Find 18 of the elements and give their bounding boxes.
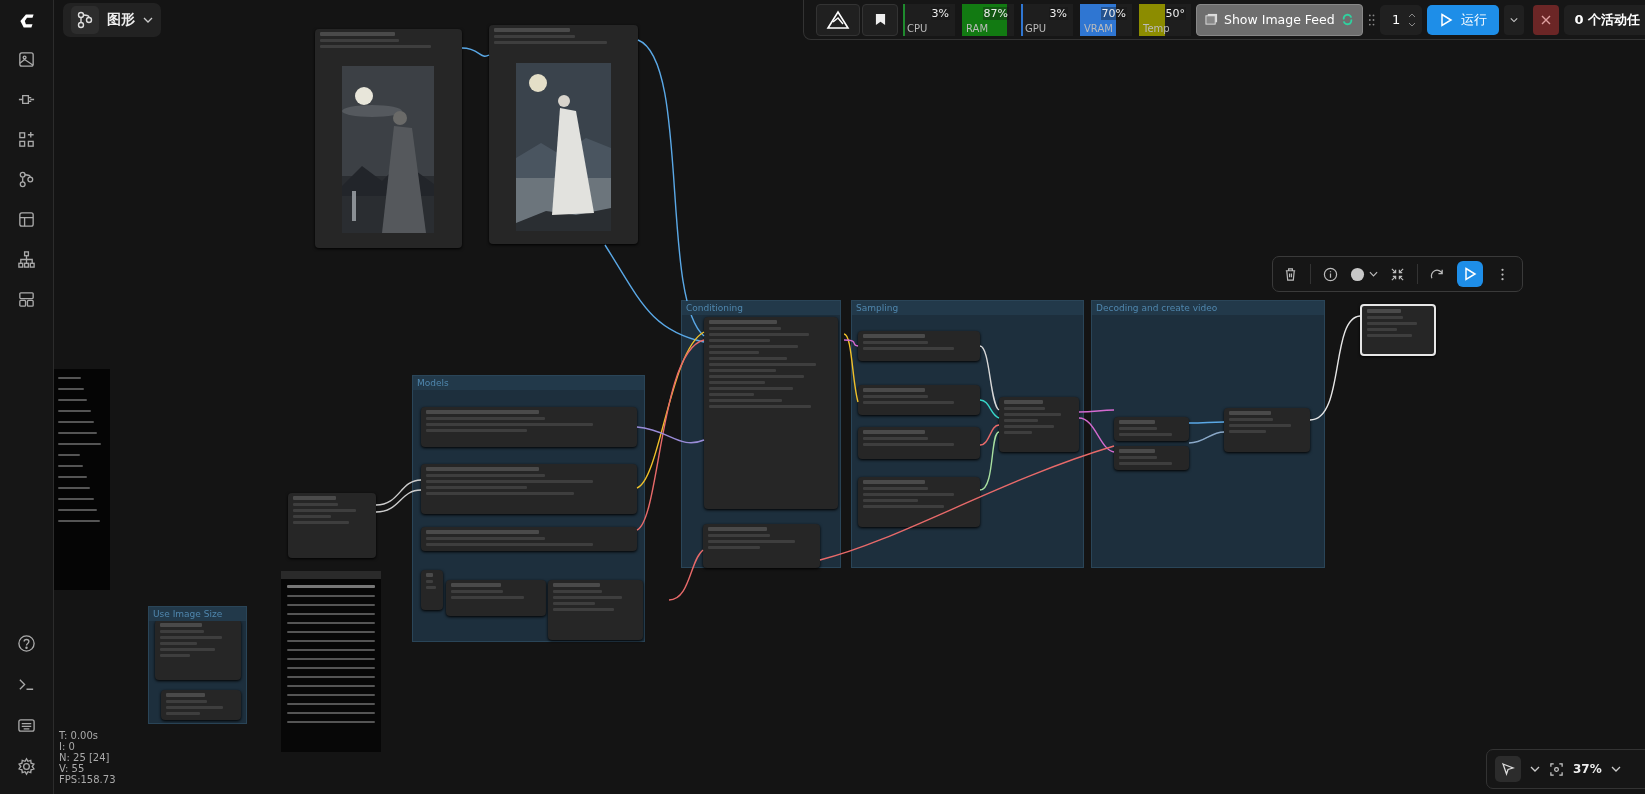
group-title: Sampling (852, 301, 1083, 315)
meter-value: 3% (930, 6, 950, 20)
meter-label: GPU (1025, 22, 1047, 34)
meter-value: 3% (1048, 6, 1068, 20)
meter-label: VRAM (1084, 22, 1113, 34)
meter-label: CPU (907, 22, 928, 34)
meter-value: 50° (1164, 6, 1186, 20)
stat-readout: V: 55 (59, 763, 86, 774)
group-title: Use Image Size (149, 607, 246, 621)
stat-readout: N: 25 [24] (59, 752, 111, 763)
group-title: Models (413, 376, 644, 390)
stat-readout: FPS:158.73 (59, 774, 116, 785)
meter-value: 87% (982, 6, 1009, 20)
meter-label: RAM (966, 22, 988, 34)
group-title: Decoding and create video (1092, 301, 1324, 315)
stat-readout: I: 0 (59, 741, 76, 752)
group-title: Conditioning (682, 301, 840, 315)
stat-readout: T: 0.00s (59, 730, 100, 741)
